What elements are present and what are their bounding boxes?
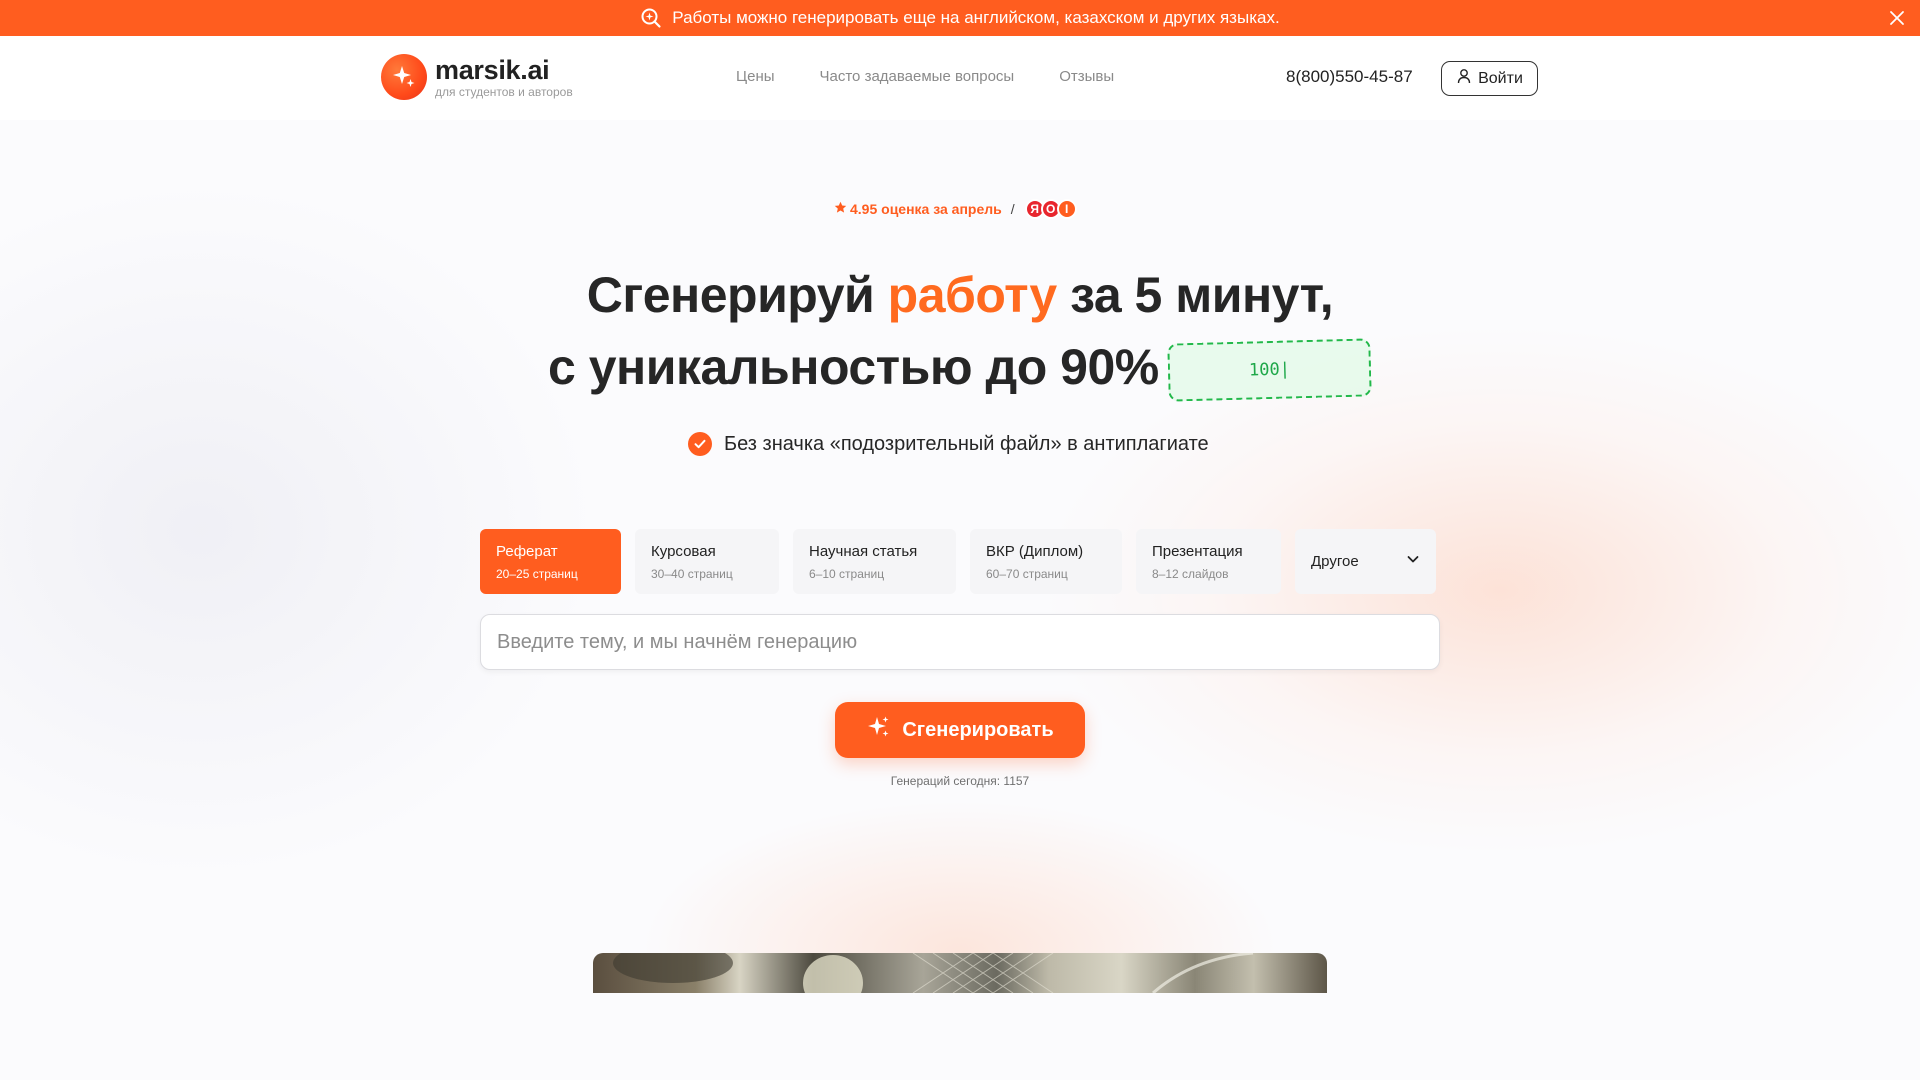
phone-number[interactable]: 8(800)550-45-87 [1286,67,1413,87]
tab-presentation[interactable]: Презентация 8–12 слайдов [1136,529,1281,594]
tab-subtitle: 60–70 страниц [986,567,1068,581]
star-icon [834,201,847,217]
antiplagiat-note: Без значка «подозрительный файл» в антип… [688,432,1209,456]
tab-title: Курсовая [651,543,716,560]
sparkle-icon [866,714,892,746]
generate-label: Сгенерировать [902,718,1054,741]
title-accent: работу [887,267,1058,323]
user-icon [1456,68,1472,89]
page-bottom-area [0,993,1920,1080]
title-part2: за 5 минут, [1070,267,1334,323]
main-nav: Цены Часто задаваемые вопросы Отзывы [736,68,1114,85]
irecommend-badge-icon: I [1056,199,1077,219]
review-platform-badges[interactable]: Я O I [1024,199,1077,219]
tab-scientific-article[interactable]: Научная статья 6–10 страниц [793,529,956,594]
tab-title: ВКР (Диплом) [986,543,1084,560]
tab-coursework[interactable]: Курсовая 30–40 страниц [635,529,779,594]
logo-subtitle: для студентов и авторов [435,84,573,99]
rating-separator: / [1010,201,1015,217]
preview-image [593,953,1327,993]
antiplagiat-text: Без значка «подозрительный файл» в антип… [724,432,1209,455]
site-header: marsik.ai для студентов и авторов Цены Ч… [0,36,1920,120]
close-icon[interactable] [1884,5,1910,31]
topic-input[interactable] [480,614,1440,670]
rating-text: 4.95 оценка за апрель [850,201,1002,217]
generate-button[interactable]: Сгенерировать [835,702,1085,758]
hero-title-line2: с уникальностью до 90% [548,339,1159,395]
dropdown-label: Другое [1311,553,1359,570]
login-button[interactable]: Войти [1441,61,1538,96]
uniqueness-counter-box: 100| [1167,338,1372,402]
rating-line: 4.95 оценка за апрель / Я O I [834,199,1077,219]
generations-counter: Генераций сегодня: 1157 [890,774,1030,788]
tab-title: Презентация [1152,543,1243,560]
tab-title: Научная статья [809,543,918,560]
chevron-down-icon [1406,552,1420,571]
tab-title: Реферат [496,543,558,560]
logo[interactable]: marsik.ai для студентов и авторов [381,54,573,100]
search-sparkle-icon [640,7,662,29]
logo-name: marsik.ai [435,54,550,85]
check-icon [688,432,712,456]
announcement-bar: Работы можно генерировать еще на английс… [0,0,1920,36]
work-type-tabs: Реферат 20–25 страниц Курсовая 30–40 стр… [480,529,1436,594]
tab-subtitle: 8–12 слайдов [1152,567,1229,581]
tab-subtitle: 6–10 страниц [809,567,885,581]
nav-faq[interactable]: Часто задаваемые вопросы [820,68,1015,85]
title-part1: Сгенерируй [586,267,875,323]
tab-subtitle: 30–40 страниц [651,567,733,581]
login-label: Войти [1478,69,1523,87]
tab-subtitle: 20–25 страниц [496,567,578,581]
nav-reviews[interactable]: Отзывы [1059,68,1114,85]
tab-referat[interactable]: Реферат 20–25 страниц [480,529,621,594]
tab-diploma[interactable]: ВКР (Диплом) 60–70 страниц [970,529,1122,594]
announcement-text: Работы можно генерировать еще на английс… [672,8,1280,27]
nav-prices[interactable]: Цены [736,68,775,85]
sparkle-logo-icon [381,54,427,100]
other-type-dropdown[interactable]: Другое [1295,529,1436,594]
hero-title-line1: Сгенерируй работу за 5 минут, [0,266,1920,324]
